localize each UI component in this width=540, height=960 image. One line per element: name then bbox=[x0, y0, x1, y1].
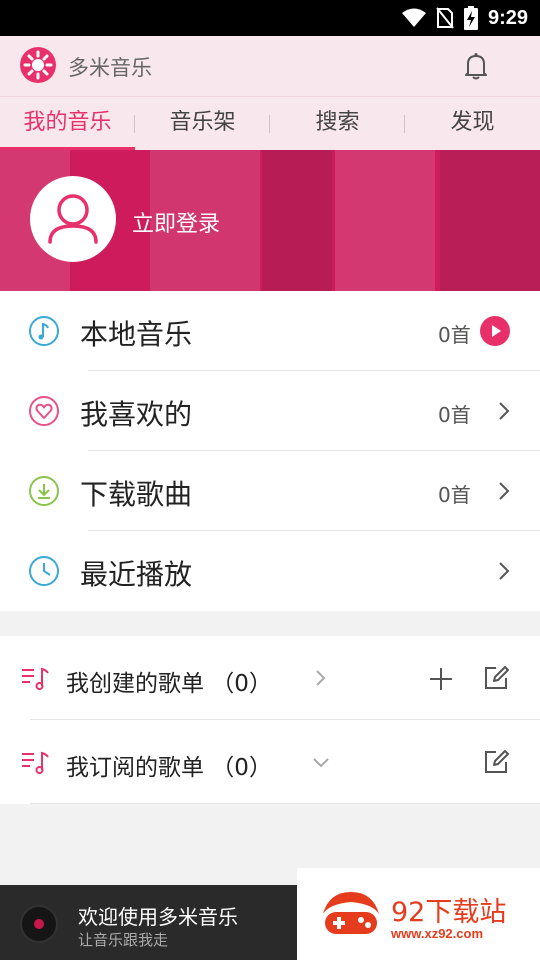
wifi-icon bbox=[401, 8, 426, 27]
chevron-right-icon bbox=[499, 402, 510, 420]
battery-charging-icon bbox=[463, 6, 478, 30]
mini-player[interactable]: 欢迎使用多米音乐 让音乐跟我走 bbox=[0, 885, 297, 960]
playlist-icon bbox=[22, 667, 49, 690]
tab-label: 搜索 bbox=[315, 110, 360, 135]
chevron-right-icon[interactable] bbox=[312, 668, 330, 688]
avatar[interactable] bbox=[30, 176, 116, 262]
bell-icon[interactable] bbox=[460, 50, 492, 82]
playlist-icon bbox=[22, 751, 49, 774]
heart-icon bbox=[29, 396, 59, 426]
edit-icon[interactable] bbox=[482, 664, 510, 692]
clock-icon bbox=[29, 556, 59, 586]
user-icon bbox=[48, 194, 98, 244]
watermark-title: 92下载站 bbox=[391, 897, 507, 928]
tab-music-shelf[interactable]: 音乐架 bbox=[135, 97, 270, 151]
player-title: 欢迎使用多米音乐 bbox=[78, 905, 238, 929]
list-item-favorites[interactable]: 我喜欢的 0首 bbox=[0, 371, 540, 451]
row-divider bbox=[30, 803, 540, 804]
tab-label: 音乐架 bbox=[169, 110, 236, 135]
list-item-local-music[interactable]: 本地音乐 0首 bbox=[0, 291, 540, 371]
list-item-subscribed-playlists[interactable]: 我订阅的歌单 （0） bbox=[0, 720, 540, 804]
login-link[interactable]: 立即登录 bbox=[132, 206, 220, 238]
status-icons: 9:29 bbox=[401, 0, 528, 36]
tab-label: 发现 bbox=[450, 110, 495, 135]
playlist-label: 我创建的歌单 （0） bbox=[66, 671, 272, 697]
status-time: 9:29 bbox=[487, 6, 528, 29]
add-icon[interactable] bbox=[428, 666, 454, 692]
app-title: 多米音乐 bbox=[68, 56, 152, 80]
profile-banner: 立即登录 bbox=[0, 150, 540, 291]
library-list: 本地音乐 0首 我喜欢的 0首 下载歌曲 0首 最近播放 bbox=[0, 291, 540, 611]
app-bar: 多米音乐 bbox=[0, 36, 540, 96]
tab-my-music[interactable]: 我的音乐 bbox=[0, 97, 135, 151]
list-item-label: 最近播放 bbox=[80, 558, 193, 591]
download-icon bbox=[29, 476, 59, 506]
playlist-label: 我订阅的歌单 （0） bbox=[66, 755, 272, 781]
status-bar: 9:29 bbox=[0, 0, 540, 36]
chevron-right-icon bbox=[499, 562, 510, 580]
tab-bar: 我的音乐 音乐架 搜索 发现 bbox=[0, 96, 540, 151]
disc-center bbox=[34, 919, 44, 929]
playlist-section: 我创建的歌单 （0） 我订阅的歌单 （0） bbox=[0, 636, 540, 804]
gamepad-logo-icon bbox=[323, 892, 379, 934]
no-sim-icon bbox=[436, 7, 454, 29]
vinyl-disc-icon bbox=[20, 905, 58, 943]
list-item-count: 0首 bbox=[438, 403, 471, 427]
tab-label: 我的音乐 bbox=[23, 110, 112, 135]
list-item-label: 我喜欢的 bbox=[80, 398, 193, 431]
tab-discover[interactable]: 发现 bbox=[405, 97, 540, 151]
watermark: 92下载站 www.xz92.com bbox=[297, 868, 540, 960]
list-item-created-playlists[interactable]: 我创建的歌单 （0） bbox=[0, 636, 540, 720]
player-subtitle: 让音乐跟我走 bbox=[78, 931, 169, 949]
list-item-label: 本地音乐 bbox=[80, 318, 193, 351]
edit-icon[interactable] bbox=[482, 748, 510, 776]
play-icon[interactable] bbox=[480, 316, 510, 346]
watermark-url: www.xz92.com bbox=[391, 926, 483, 941]
music-note-icon bbox=[29, 316, 59, 346]
chevron-right-icon bbox=[499, 482, 510, 500]
list-item-count: 0首 bbox=[438, 483, 471, 507]
list-item-count: 0首 bbox=[438, 323, 471, 347]
list-item-downloads[interactable]: 下载歌曲 0首 bbox=[0, 451, 540, 531]
list-item-recent[interactable]: 最近播放 bbox=[0, 531, 540, 611]
list-item-label: 下载歌曲 bbox=[80, 478, 193, 511]
chevron-down-icon[interactable] bbox=[312, 752, 330, 772]
app-logo-icon bbox=[20, 47, 56, 83]
tab-search[interactable]: 搜索 bbox=[270, 97, 405, 151]
